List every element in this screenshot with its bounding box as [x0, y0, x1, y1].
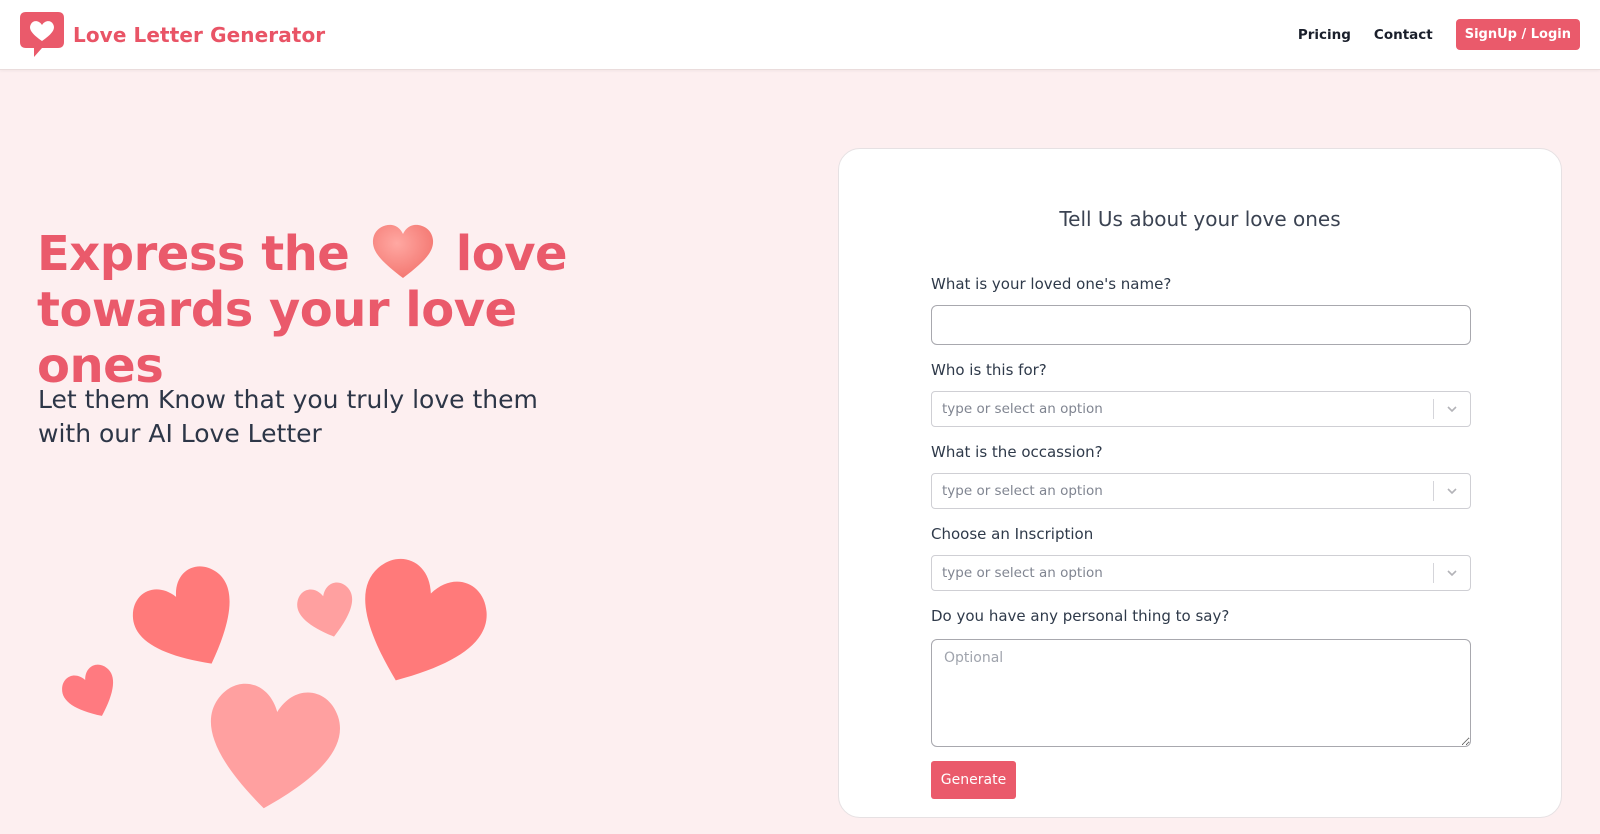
nav-pricing-link[interactable]: Pricing	[1298, 27, 1351, 43]
hero-title: Express the love towards your love ones	[37, 222, 637, 394]
hero-subtitle: Let them Know that you truly love them w…	[38, 383, 558, 451]
name-label: What is your loved one's name?	[931, 275, 1172, 293]
nav-links: Pricing Contact SignUp / Login	[1298, 19, 1580, 50]
heart-small-left	[62, 664, 114, 716]
hero-subtitle-line2: with our AI Love Letter	[38, 419, 322, 448]
heart-bottom	[210, 683, 340, 809]
hero-subtitle-line1: Let them Know that you truly love them	[38, 385, 538, 414]
decorative-hearts-illustration	[62, 558, 487, 809]
who-select-placeholder: type or select an option	[942, 401, 1103, 417]
generate-button[interactable]: Generate	[931, 761, 1016, 799]
inscription-select-placeholder: type or select an option	[942, 565, 1103, 581]
who-select[interactable]: type or select an option	[931, 391, 1471, 427]
hero-title-line2: towards your love ones	[37, 282, 517, 394]
brand-logo[interactable]: Love Letter Generator	[18, 10, 325, 60]
love-letter-form-card: Tell Us about your love ones What is you…	[838, 148, 1562, 818]
chevron-down-icon[interactable]	[1434, 474, 1470, 508]
heart-large-right	[365, 558, 487, 681]
who-label: Who is this for?	[931, 361, 1047, 379]
heart-icon	[372, 224, 433, 278]
occasion-label: What is the occassion?	[931, 443, 1103, 461]
name-input[interactable]	[931, 305, 1471, 345]
inscription-label: Choose an Inscription	[931, 525, 1094, 543]
hero-title-part1: Express the	[37, 226, 350, 282]
heart-tiny	[297, 582, 353, 637]
nav-contact-link[interactable]: Contact	[1374, 27, 1433, 43]
heart-medium-left	[132, 566, 230, 664]
signup-login-button[interactable]: SignUp / Login	[1455, 19, 1580, 50]
heart-speech-bubble-icon	[20, 12, 64, 57]
personal-message-label: Do you have any personal thing to say?	[931, 607, 1230, 625]
brand-name: Love Letter Generator	[73, 23, 326, 47]
chevron-down-icon[interactable]	[1434, 556, 1470, 590]
occasion-select[interactable]: type or select an option	[931, 473, 1471, 509]
top-navbar: Love Letter Generator Pricing Contact Si…	[0, 0, 1600, 70]
hero-title-part2: love	[455, 226, 568, 282]
chevron-down-icon[interactable]	[1434, 392, 1470, 426]
occasion-select-placeholder: type or select an option	[942, 483, 1103, 499]
personal-message-textarea[interactable]	[931, 639, 1471, 747]
form-title: Tell Us about your love ones	[1059, 207, 1341, 231]
inscription-select[interactable]: type or select an option	[931, 555, 1471, 591]
